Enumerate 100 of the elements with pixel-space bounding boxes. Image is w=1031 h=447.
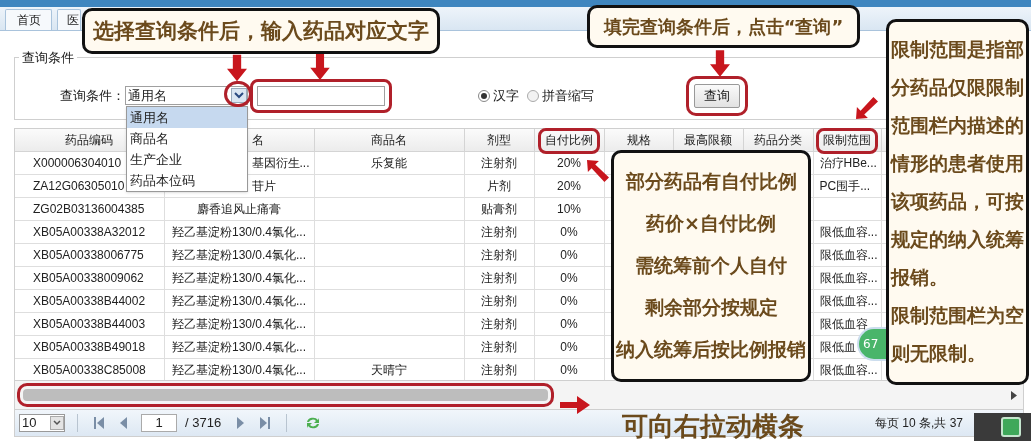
table-cell: 羟乙基淀粉130/0.4氯化... (171, 339, 306, 354)
table-cell: 限低血容... (819, 362, 878, 377)
field-label: 查询条件： (60, 86, 125, 105)
page-size-select[interactable]: 10 (19, 414, 65, 432)
table-cell: 0% (560, 224, 578, 239)
next-page-icon[interactable] (237, 417, 245, 429)
dropdown-option[interactable]: 通用名 (127, 107, 247, 128)
page-input[interactable]: 1 (141, 414, 177, 432)
scroll-right-icon[interactable] (1011, 390, 1017, 400)
callout-text: 药价×自付比例 (646, 211, 776, 237)
annotation-arrow (227, 54, 247, 82)
annotation-arrow (310, 54, 330, 80)
table-cell: 10% (557, 201, 581, 216)
callout-text: 选择查询条件后，输入药品对应文字 (93, 17, 429, 45)
callout-text: 限制范围是指部分药品仅限限制范围栏内描述的情形的患者使用该项药品，可按规定的纳入统筹报销。 (891, 37, 1024, 290)
radio-label: 汉字 (493, 86, 519, 105)
column-header[interactable]: 规格 (626, 132, 651, 147)
table-cell: 苷片 (251, 178, 276, 193)
table-cell: XB05A00338A32012 (33, 224, 146, 239)
table-cell: 20% (557, 178, 581, 193)
table-cell: 0% (560, 293, 578, 308)
column-header[interactable]: 药品编码 (65, 132, 114, 147)
dropdown-icon[interactable] (231, 88, 247, 103)
table-cell: 注射剂 (481, 247, 517, 262)
column-header[interactable]: 最高限额 (684, 132, 732, 147)
table-cell: 注射剂 (481, 155, 517, 170)
column-header[interactable]: 自付比例 (545, 132, 593, 147)
table-cell: 麝香追风止痛膏 (197, 201, 281, 216)
table-cell: XB05A00338B49018 (33, 339, 146, 354)
radio-button[interactable] (478, 89, 490, 102)
callout-text: 限制范围栏为空则无限制。 (891, 303, 1024, 366)
table-cell: 注射剂 (481, 293, 517, 308)
table-cell: 注射剂 (481, 339, 517, 354)
table-cell: 20% (557, 155, 581, 170)
radio-button[interactable] (527, 89, 539, 102)
dropdown-option[interactable]: 商品名 (127, 128, 247, 149)
refresh-icon[interactable] (305, 416, 322, 430)
callout-text: 需统筹前个人自付 (635, 253, 787, 279)
table-cell: 羟乙基淀粉130/0.4氯化... (171, 247, 306, 262)
page-total: / 3716 (185, 414, 222, 433)
column-header[interactable]: 药品分类 (754, 132, 802, 147)
table-cell: ZA12G06305010 (33, 178, 125, 193)
table-cell: 0% (560, 270, 578, 285)
pager-summary: 每页 10 条,共 37 (874, 415, 963, 432)
table-cell: 限低血容... (819, 270, 878, 285)
table-cell: 限低血容... (819, 293, 878, 308)
table-cell: 限低血容... (819, 247, 878, 262)
table-cell: 天晴宁 (371, 362, 407, 377)
callout-text: 纳入统筹后按比例报销 (616, 337, 806, 363)
table-cell: 羟乙基淀粉130/0.4氯化... (171, 270, 306, 285)
tab[interactable]: 首页 (5, 9, 52, 30)
callout-text: 剩余部分按规定 (644, 295, 778, 321)
highlight-ring (538, 128, 600, 154)
table-cell: 羟乙基淀粉130/0.4氯化... (171, 316, 306, 331)
annotation-arrow (856, 97, 878, 119)
table-cell: 注射剂 (481, 270, 517, 285)
table-cell: 注射剂 (481, 362, 517, 377)
table-cell: 0% (560, 247, 578, 262)
dropdown-option[interactable]: 药品本位码 (127, 170, 247, 191)
column-header[interactable]: 剂型 (487, 132, 511, 147)
previous-page-icon[interactable] (120, 417, 127, 429)
table-cell: 羟乙基淀粉130/0.4氯化... (171, 293, 306, 308)
callout-text: 填完查询条件后，点击“查询” (603, 14, 844, 39)
annotation-arrow (710, 50, 730, 77)
table-cell: X000006304010 (33, 155, 122, 170)
annotation-caption: 可向右拉动横条 (622, 410, 804, 443)
table-cell: 基因衍生... (251, 155, 310, 170)
floating-widget-icon[interactable] (974, 413, 1031, 441)
table-cell: XB05A00338B44002 (33, 293, 146, 308)
table-cell: XB05A00338009062 (33, 270, 144, 285)
table-cell: 限低血容... (819, 224, 878, 239)
dropdown-icon[interactable] (50, 416, 64, 430)
table-cell: ZG02B03136004385 (33, 201, 145, 216)
callout-text: 部分药品有自付比例 (625, 169, 797, 195)
first-page-icon[interactable] (94, 417, 104, 429)
radio-label: 拼音缩写 (542, 86, 594, 105)
table-cell: 治疗HBe... (819, 155, 877, 170)
column-header[interactable]: 限制范围 (823, 132, 871, 147)
table-cell: 注射剂 (481, 316, 517, 331)
last-page-icon[interactable] (260, 417, 271, 429)
table-cell: PC围手... (819, 178, 871, 193)
table-cell: 乐复能 (371, 155, 407, 170)
column-header[interactable]: 商品名 (371, 132, 407, 147)
table-cell: 0% (560, 362, 578, 377)
dropdown-option[interactable]: 生产企业 (127, 149, 247, 170)
annotation-arrow (560, 396, 590, 414)
highlight-ring (816, 128, 878, 154)
column-header[interactable]: 名 (251, 132, 264, 147)
search-input[interactable] (257, 85, 385, 106)
table-cell: XB05A00338B44003 (33, 316, 146, 331)
table-cell: 片剂 (487, 178, 511, 193)
condition-select[interactable]: 通用名 (125, 86, 248, 105)
table-cell: 注射剂 (481, 224, 517, 239)
table-cell: 限低血 (819, 339, 856, 354)
table-cell: 羟乙基淀粉130/0.4氯化... (171, 362, 306, 377)
tab[interactable]: 医 (57, 9, 81, 30)
table-cell: XB05A00338C85008 (33, 362, 146, 377)
table-cell: 羟乙基淀粉130/0.4氯化... (171, 224, 306, 239)
table-cell: 0% (560, 316, 578, 331)
panel-legend: 查询条件 (19, 48, 77, 68)
